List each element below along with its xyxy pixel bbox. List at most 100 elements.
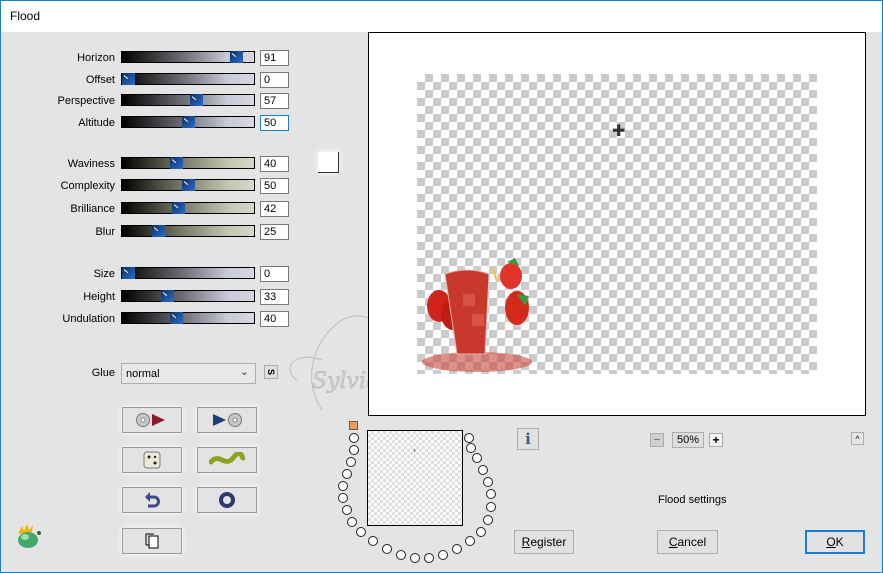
navigator-ring-point[interactable] <box>438 550 448 560</box>
navigator-ring-point[interactable] <box>346 457 356 467</box>
zoom-out-button[interactable]: − <box>650 433 664 447</box>
offset-label: Offset <box>85 74 115 86</box>
size-label: Size <box>93 268 115 280</box>
navigator-ring-point[interactable] <box>356 527 366 537</box>
height-slider-thumb[interactable] <box>161 290 175 302</box>
size-slider[interactable] <box>121 267 255 279</box>
info-button[interactable]: i <box>517 428 539 450</box>
glue-value: normal <box>126 368 160 380</box>
size-slider-thumb[interactable] <box>122 267 135 279</box>
navigator-ring-point[interactable] <box>368 536 378 546</box>
navigator-ring-point[interactable] <box>410 553 420 563</box>
navigator-ring-point[interactable] <box>478 465 488 475</box>
arrow-disc-icon <box>213 413 242 427</box>
blur-slider[interactable] <box>121 225 255 237</box>
offset-input[interactable]: 0 <box>260 72 289 88</box>
navigator-ring-point[interactable] <box>338 493 348 503</box>
navigator-ring-point[interactable] <box>464 433 474 443</box>
complexity-label: Complexity <box>60 180 115 192</box>
zoom-level: 50% <box>672 432 704 448</box>
navigator-ring-point[interactable] <box>349 445 359 455</box>
navigator-ring-point[interactable] <box>424 553 434 563</box>
preview-canvas[interactable]: ✚ <box>368 32 866 416</box>
perspective-input[interactable]: 57 <box>260 93 289 109</box>
blur-label: Blur <box>95 226 115 238</box>
navigator-ring-point[interactable] <box>347 517 357 527</box>
glue-label: Glue <box>91 367 115 379</box>
navigator-ring-point[interactable] <box>472 453 482 463</box>
register-button[interactable]: Register <box>514 530 574 554</box>
height-slider[interactable] <box>121 290 255 302</box>
brilliance-input[interactable]: 42 <box>260 201 289 217</box>
brilliance-slider-thumb[interactable] <box>171 202 185 214</box>
navigator-ring-point[interactable] <box>396 550 406 560</box>
navigator-ring-point[interactable] <box>465 536 475 546</box>
undulation-slider[interactable] <box>121 312 255 324</box>
dice-icon <box>143 451 161 469</box>
navigator-ring-point[interactable] <box>483 477 493 487</box>
ok-button[interactable]: OK <box>805 530 865 554</box>
save-preset-button[interactable] <box>197 407 257 433</box>
altitude-label: Altitude <box>78 117 115 129</box>
navigator-ring-point[interactable] <box>476 527 486 537</box>
navigator-ring-point[interactable] <box>338 481 348 491</box>
app-logo-icon <box>18 524 41 548</box>
copy-button[interactable] <box>122 528 182 554</box>
navigator-ring-point[interactable] <box>486 489 496 499</box>
navigator-ring-point[interactable] <box>342 469 352 479</box>
blur-slider-thumb[interactable] <box>151 225 165 237</box>
title-bar: Flood <box>1 1 882 32</box>
perspective-slider-thumb[interactable] <box>189 94 203 106</box>
brilliance-label: Brilliance <box>70 203 115 215</box>
height-label: Height <box>83 291 115 303</box>
wave-icon <box>209 452 245 465</box>
horizon-slider[interactable] <box>121 51 255 63</box>
horizon-input[interactable]: 91 <box>260 50 289 66</box>
collapse-button[interactable]: ^ <box>851 432 864 445</box>
disc-arrow-right-icon <box>136 413 165 427</box>
waviness-input[interactable]: 40 <box>260 156 289 172</box>
perspective-label: Perspective <box>57 95 115 107</box>
reset-button[interactable] <box>197 487 257 513</box>
color-swatch[interactable] <box>318 152 339 173</box>
navigator-ring-point[interactable] <box>486 502 496 512</box>
zoom-in-button[interactable]: + <box>709 433 723 447</box>
transparent-canvas <box>417 74 817 374</box>
load-preset-button[interactable] <box>122 407 182 433</box>
wave-button[interactable] <box>197 447 257 473</box>
undulation-slider-thumb[interactable] <box>169 312 183 324</box>
glue-select[interactable]: normal ⌄ <box>121 363 256 384</box>
waviness-label: Waviness <box>67 158 115 170</box>
undo-button[interactable] <box>122 487 182 513</box>
navigator-thumbnail[interactable]: + <box>367 430 463 526</box>
navigator-ring-point[interactable] <box>382 544 392 554</box>
offset-slider[interactable] <box>121 73 255 85</box>
brilliance-slider[interactable] <box>121 202 255 214</box>
crosshair-icon: + <box>412 446 417 455</box>
undo-arrow-icon <box>145 492 160 508</box>
navigator-marker[interactable] <box>349 421 358 430</box>
waviness-slider[interactable] <box>121 157 255 169</box>
altitude-input[interactable]: 50 <box>260 115 289 131</box>
horizon-slider-thumb[interactable] <box>230 51 244 63</box>
navigator-ring-point[interactable] <box>466 443 476 453</box>
randomize-button[interactable] <box>122 447 182 473</box>
blur-input[interactable]: 25 <box>260 224 289 240</box>
navigator-ring-point[interactable] <box>349 433 359 443</box>
offset-slider-thumb[interactable] <box>122 73 135 85</box>
size-input[interactable]: 0 <box>260 266 289 282</box>
altitude-slider-thumb[interactable] <box>181 116 195 128</box>
complexity-slider-thumb[interactable] <box>181 179 195 191</box>
navigator-ring-point[interactable] <box>452 544 462 554</box>
altitude-slider[interactable] <box>121 116 255 128</box>
undulation-label: Undulation <box>62 313 115 325</box>
navigator-ring-point[interactable] <box>342 505 352 515</box>
navigator-ring-point[interactable] <box>483 515 493 525</box>
cancel-button[interactable]: Cancel <box>657 530 718 554</box>
ring-icon <box>219 492 235 508</box>
info-icon: i <box>525 430 531 448</box>
complexity-slider[interactable] <box>121 179 255 191</box>
complexity-input[interactable]: 50 <box>260 178 289 194</box>
waviness-slider-thumb[interactable] <box>169 157 183 169</box>
perspective-slider[interactable] <box>121 94 255 106</box>
